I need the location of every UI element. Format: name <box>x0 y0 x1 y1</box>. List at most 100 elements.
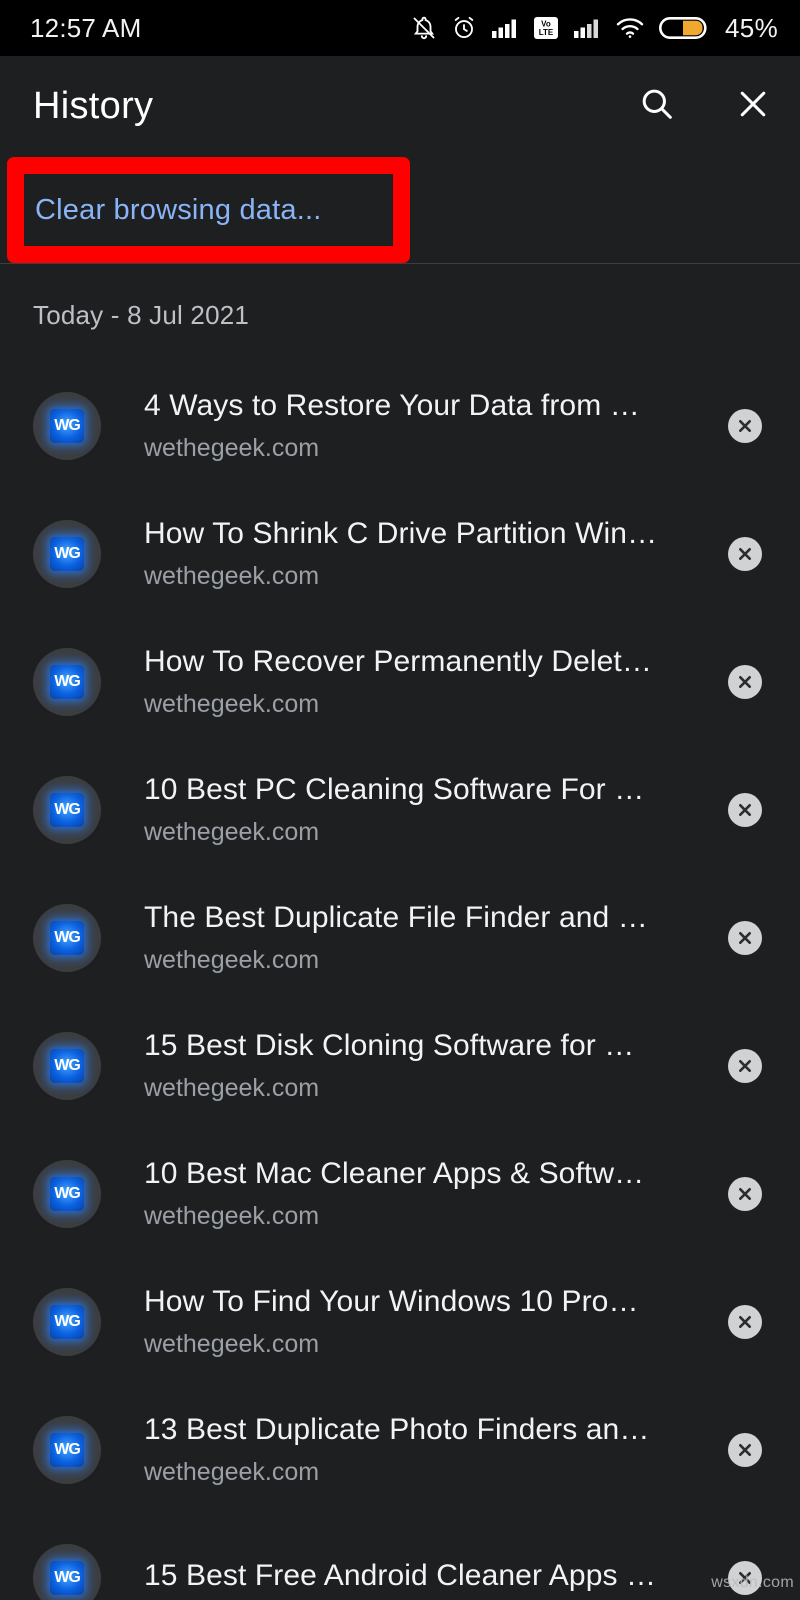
alarm-clock-icon <box>451 14 477 42</box>
history-item-title: 13 Best Duplicate Photo Finders an… <box>144 1413 650 1446</box>
history-item-domain: wethegeek.com <box>144 1458 320 1486</box>
remove-history-item-button[interactable] <box>728 409 762 443</box>
close-circle-icon <box>735 1440 755 1460</box>
favicon: WG <box>33 520 101 588</box>
favicon: WG <box>33 392 101 460</box>
volte-icon: Vo LTE <box>533 15 559 41</box>
watermark: wsxdn.com <box>711 1574 794 1591</box>
history-row-text: How To Shrink C Drive Partition Win… wet… <box>144 514 708 594</box>
history-row-text: How To Find Your Windows 10 Pro… wethege… <box>144 1282 708 1362</box>
remove-history-item-button[interactable] <box>728 921 762 955</box>
close-circle-icon <box>735 1056 755 1076</box>
wethegeek-logo-icon: WG <box>50 1561 84 1595</box>
date-section-header: Today - 8 Jul 2021 <box>33 300 250 330</box>
history-row-6[interactable]: WG 10 Best Mac Cleaner Apps & Softw… wet… <box>0 1130 800 1258</box>
history-row-text: 15 Best Free Android Cleaner Apps … <box>144 1556 708 1600</box>
history-item-title: How To Recover Permanently Delet… <box>144 645 652 678</box>
favicon: WG <box>33 1160 101 1228</box>
favicon: WG <box>33 1288 101 1356</box>
clear-browsing-data-button[interactable]: Clear browsing data... <box>0 158 800 263</box>
favicon: WG <box>33 1032 101 1100</box>
wethegeek-logo-icon: WG <box>50 409 84 443</box>
history-item-domain: wethegeek.com <box>144 818 320 846</box>
history-row-5[interactable]: WG 15 Best Disk Cloning Software for … w… <box>0 1002 800 1130</box>
history-item-domain: wethegeek.com <box>144 562 320 590</box>
remove-history-item-button[interactable] <box>728 1177 762 1211</box>
signal-bars-icon <box>491 16 519 40</box>
history-item-domain: wethegeek.com <box>144 690 320 718</box>
history-item-title: How To Find Your Windows 10 Pro… <box>144 1285 639 1318</box>
history-item-title: 15 Best Free Android Cleaner Apps … <box>144 1559 657 1592</box>
close-circle-icon <box>735 800 755 820</box>
signal-bars-2-icon <box>573 16 601 40</box>
wifi-icon <box>615 16 645 40</box>
status-icon-tray: Vo LTE 45% <box>411 13 778 44</box>
history-item-domain: wethegeek.com <box>144 1330 320 1358</box>
search-button[interactable] <box>634 83 680 129</box>
remove-history-item-button[interactable] <box>728 537 762 571</box>
header-divider <box>0 263 800 264</box>
history-list[interactable]: WG 4 Ways to Restore Your Data from … we… <box>0 362 800 1600</box>
history-row-text: 10 Best Mac Cleaner Apps & Softw… wetheg… <box>144 1154 708 1234</box>
wethegeek-logo-icon: WG <box>50 1433 84 1467</box>
history-row-3[interactable]: WG 10 Best PC Cleaning Software For … we… <box>0 746 800 874</box>
history-item-domain: wethegeek.com <box>144 1202 320 1230</box>
search-icon <box>638 85 676 128</box>
remove-history-item-button[interactable] <box>728 793 762 827</box>
wethegeek-logo-icon: WG <box>50 665 84 699</box>
remove-history-item-button[interactable] <box>728 1305 762 1339</box>
page-title: History <box>33 84 154 127</box>
close-circle-icon <box>735 672 755 692</box>
history-row-8[interactable]: WG 13 Best Duplicate Photo Finders an… w… <box>0 1386 800 1514</box>
history-row-0[interactable]: WG 4 Ways to Restore Your Data from … we… <box>0 362 800 490</box>
favicon: WG <box>33 1416 101 1484</box>
app-bar-actions <box>634 83 776 129</box>
bell-muted-icon <box>411 14 437 42</box>
remove-history-item-button[interactable] <box>728 1433 762 1467</box>
history-item-title: How To Shrink C Drive Partition Win… <box>144 517 658 550</box>
history-row-text: 10 Best PC Cleaning Software For … wethe… <box>144 770 708 850</box>
favicon: WG <box>33 1544 101 1600</box>
remove-history-item-button[interactable] <box>728 665 762 699</box>
status-clock: 12:57 AM <box>30 12 142 43</box>
history-item-title: 4 Ways to Restore Your Data from … <box>144 389 640 422</box>
close-icon <box>734 85 772 128</box>
history-row-1[interactable]: WG How To Shrink C Drive Partition Win… … <box>0 490 800 618</box>
history-item-title: 10 Best Mac Cleaner Apps & Softw… <box>144 1157 645 1190</box>
battery-icon <box>659 15 707 41</box>
history-row-text: 4 Ways to Restore Your Data from … wethe… <box>144 386 708 466</box>
close-circle-icon <box>735 1312 755 1332</box>
history-row-7[interactable]: WG How To Find Your Windows 10 Pro… weth… <box>0 1258 800 1386</box>
close-circle-icon <box>735 928 755 948</box>
history-row-9[interactable]: WG 15 Best Free Android Cleaner Apps … <box>0 1514 800 1600</box>
svg-text:LTE: LTE <box>539 28 554 37</box>
wethegeek-logo-icon: WG <box>50 1049 84 1083</box>
wethegeek-logo-icon: WG <box>50 921 84 955</box>
history-row-text: The Best Duplicate File Finder and … wet… <box>144 898 708 978</box>
close-circle-icon <box>735 544 755 564</box>
history-item-domain: wethegeek.com <box>144 434 320 462</box>
favicon: WG <box>33 776 101 844</box>
history-item-domain: wethegeek.com <box>144 946 320 974</box>
history-item-domain: wethegeek.com <box>144 1074 320 1102</box>
history-row-text: 13 Best Duplicate Photo Finders an… weth… <box>144 1410 708 1490</box>
wethegeek-logo-icon: WG <box>50 793 84 827</box>
phone-screen: 12:57 AM Vo LTE 45% History Clear browsi… <box>0 0 800 1600</box>
favicon: WG <box>33 904 101 972</box>
history-row-4[interactable]: WG The Best Duplicate File Finder and … … <box>0 874 800 1002</box>
wethegeek-logo-icon: WG <box>50 1305 84 1339</box>
close-circle-icon <box>735 416 755 436</box>
remove-history-item-button[interactable] <box>728 1049 762 1083</box>
history-row-2[interactable]: WG How To Recover Permanently Delet… wet… <box>0 618 800 746</box>
app-bar: History <box>0 56 800 156</box>
wethegeek-logo-icon: WG <box>50 1177 84 1211</box>
history-item-title: The Best Duplicate File Finder and … <box>144 901 648 934</box>
clear-browsing-data-label: Clear browsing data... <box>35 194 322 226</box>
history-row-text: How To Recover Permanently Delet… wetheg… <box>144 642 708 722</box>
history-row-text: 15 Best Disk Cloning Software for … weth… <box>144 1026 708 1106</box>
wethegeek-logo-icon: WG <box>50 537 84 571</box>
status-bar: 12:57 AM Vo LTE 45% <box>0 0 800 56</box>
close-button[interactable] <box>730 83 776 129</box>
history-item-title: 15 Best Disk Cloning Software for … <box>144 1029 635 1062</box>
favicon: WG <box>33 648 101 716</box>
